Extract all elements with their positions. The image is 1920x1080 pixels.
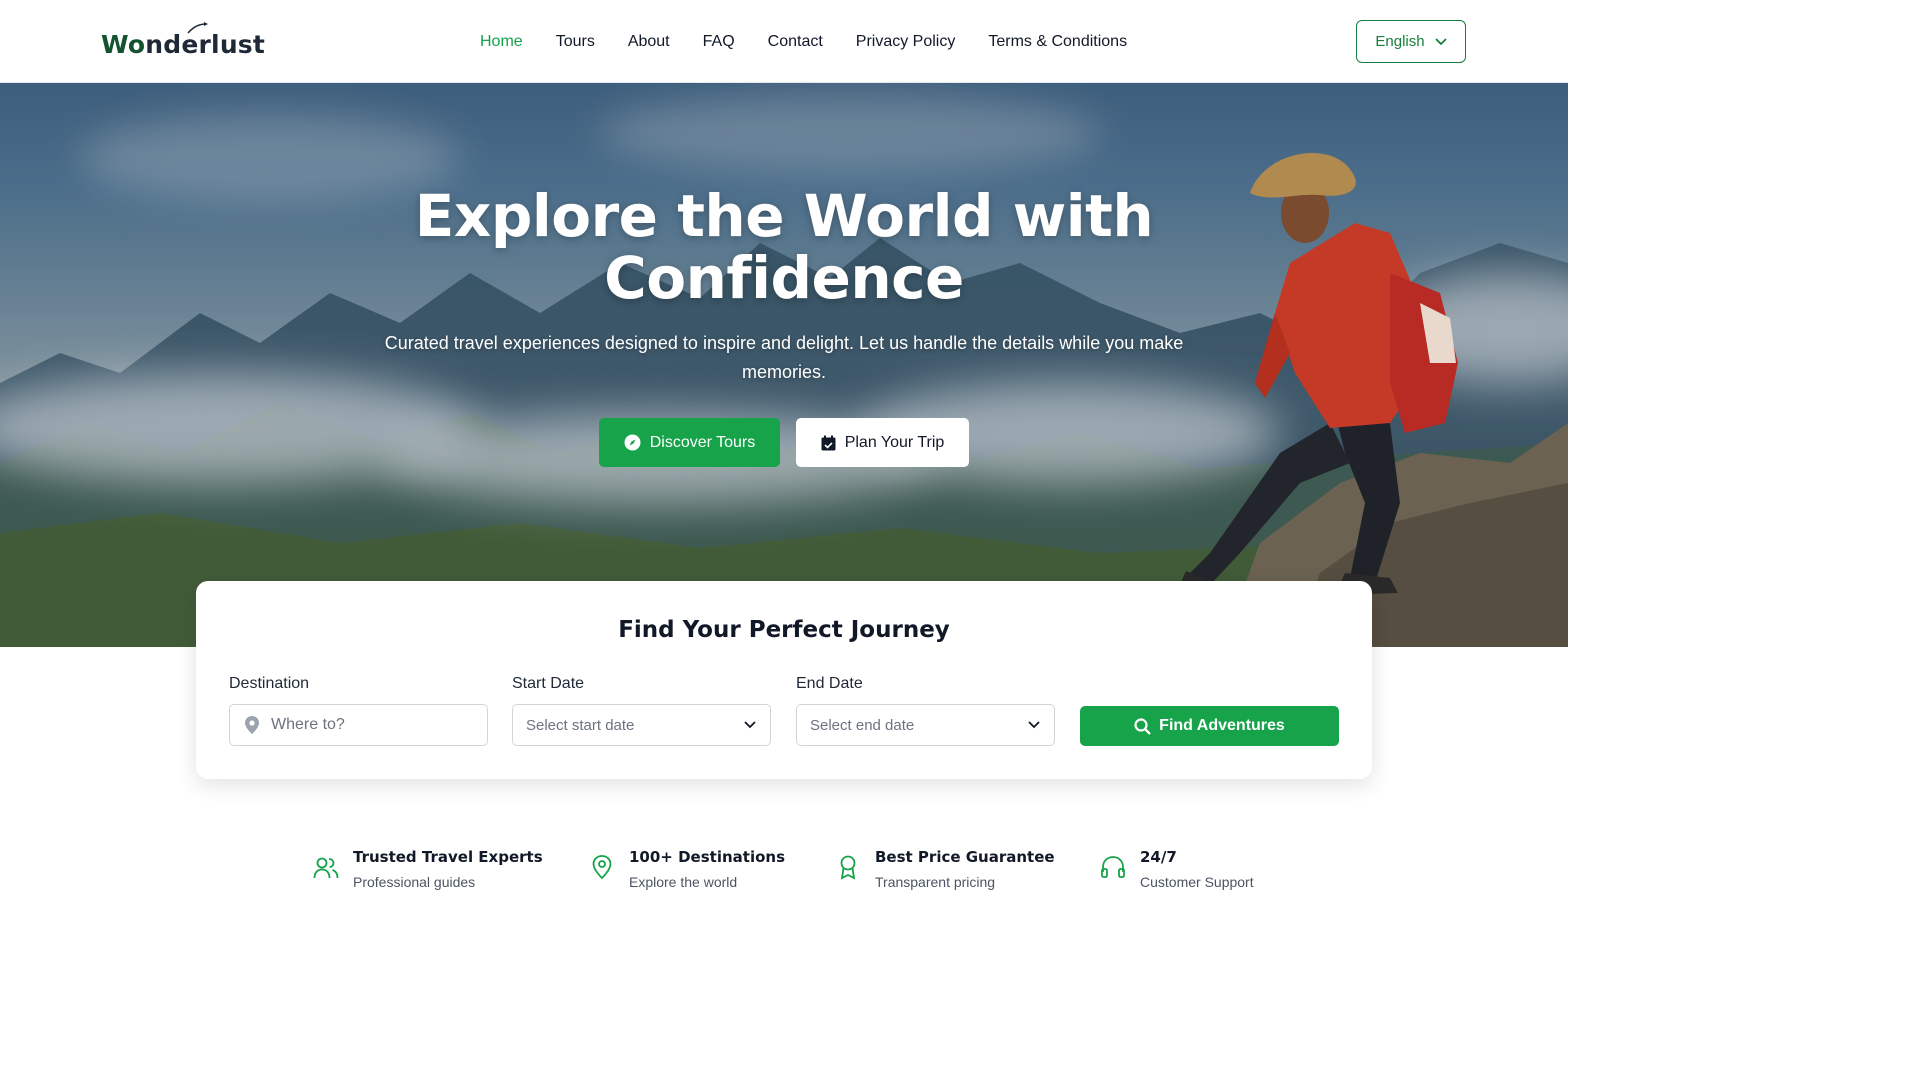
- feature-title: Best Price Guarantee: [875, 848, 1055, 866]
- award-icon: [840, 855, 856, 880]
- hero-section: Explore the World with Confidence Curate…: [0, 83, 1568, 647]
- feature-description: Customer Support: [1140, 874, 1254, 890]
- end-date-select[interactable]: Select end date: [796, 704, 1055, 746]
- search-card-title: Find Your Perfect Journey: [618, 617, 950, 643]
- hero-subtitle: Curated travel experiences designed to i…: [384, 333, 1184, 382]
- nav-home[interactable]: Home: [480, 30, 523, 54]
- end-date-placeholder: Select end date: [810, 716, 915, 734]
- start-date-placeholder: Select start date: [526, 716, 635, 734]
- plan-your-trip-button[interactable]: Plan Your Trip: [796, 418, 969, 467]
- feature-title: Trusted Travel Experts: [353, 848, 543, 866]
- logo-text-primary: Wo: [101, 29, 146, 59]
- discover-tours-button[interactable]: Discover Tours: [599, 418, 780, 467]
- main-nav: Home Tours About FAQ Contact Privacy Pol…: [480, 30, 1160, 54]
- hero-title-line-1: Explore the World with: [414, 182, 1154, 250]
- navbar: Wo nderlust Home Tours About FAQ Contact …: [0, 0, 1568, 83]
- chevron-down-icon: [1434, 37, 1447, 45]
- nav-contact[interactable]: Contact: [768, 30, 823, 54]
- nav-faq[interactable]: FAQ: [703, 30, 735, 54]
- feature-description: Transparent pricing: [875, 874, 996, 890]
- destination-input[interactable]: [271, 716, 471, 734]
- hero-title: Explore the World with Confidence: [284, 185, 1284, 309]
- destination-label: Destination: [229, 675, 310, 692]
- airplane-icon: [187, 22, 208, 34]
- map-marker-icon: [245, 716, 259, 734]
- plan-your-trip-label: Plan Your Trip: [844, 433, 945, 451]
- feature-title: 24/7: [1140, 848, 1177, 866]
- nav-about[interactable]: About: [628, 30, 670, 54]
- feature-title: 100+ Destinations: [629, 848, 785, 866]
- find-adventures-label: Find Adventures: [1159, 717, 1285, 734]
- feature-description: Professional guides: [353, 874, 476, 890]
- find-adventures-button[interactable]: Find Adventures: [1080, 706, 1339, 746]
- search-card: Find Your Perfect Journey Destination St…: [196, 581, 1372, 779]
- hero-title-line-2: Confidence: [604, 244, 964, 312]
- compass-icon: [624, 434, 641, 451]
- calendar-check-icon: [821, 435, 836, 450]
- map-pin-icon: [592, 855, 612, 880]
- destination-field: [229, 704, 488, 746]
- start-date-label: Start Date: [512, 675, 585, 692]
- users-icon: [313, 857, 339, 879]
- end-date-label: End Date: [796, 675, 863, 692]
- feature-description: Explore the world: [629, 874, 738, 890]
- start-date-select[interactable]: Select start date: [512, 704, 771, 746]
- nav-privacy-policy[interactable]: Privacy Policy: [856, 30, 956, 54]
- nav-tours[interactable]: Tours: [556, 30, 595, 54]
- chevron-down-icon: [744, 721, 756, 729]
- language-label: English: [1375, 33, 1425, 50]
- chevron-down-icon: [1028, 721, 1040, 729]
- discover-tours-label: Discover Tours: [649, 433, 756, 451]
- search-icon: [1134, 717, 1152, 735]
- language-select[interactable]: English: [1356, 20, 1466, 63]
- nav-terms-conditions[interactable]: Terms & Conditions: [988, 30, 1127, 54]
- brand-logo[interactable]: Wo nderlust: [101, 22, 265, 62]
- headphones-icon: [1101, 856, 1125, 878]
